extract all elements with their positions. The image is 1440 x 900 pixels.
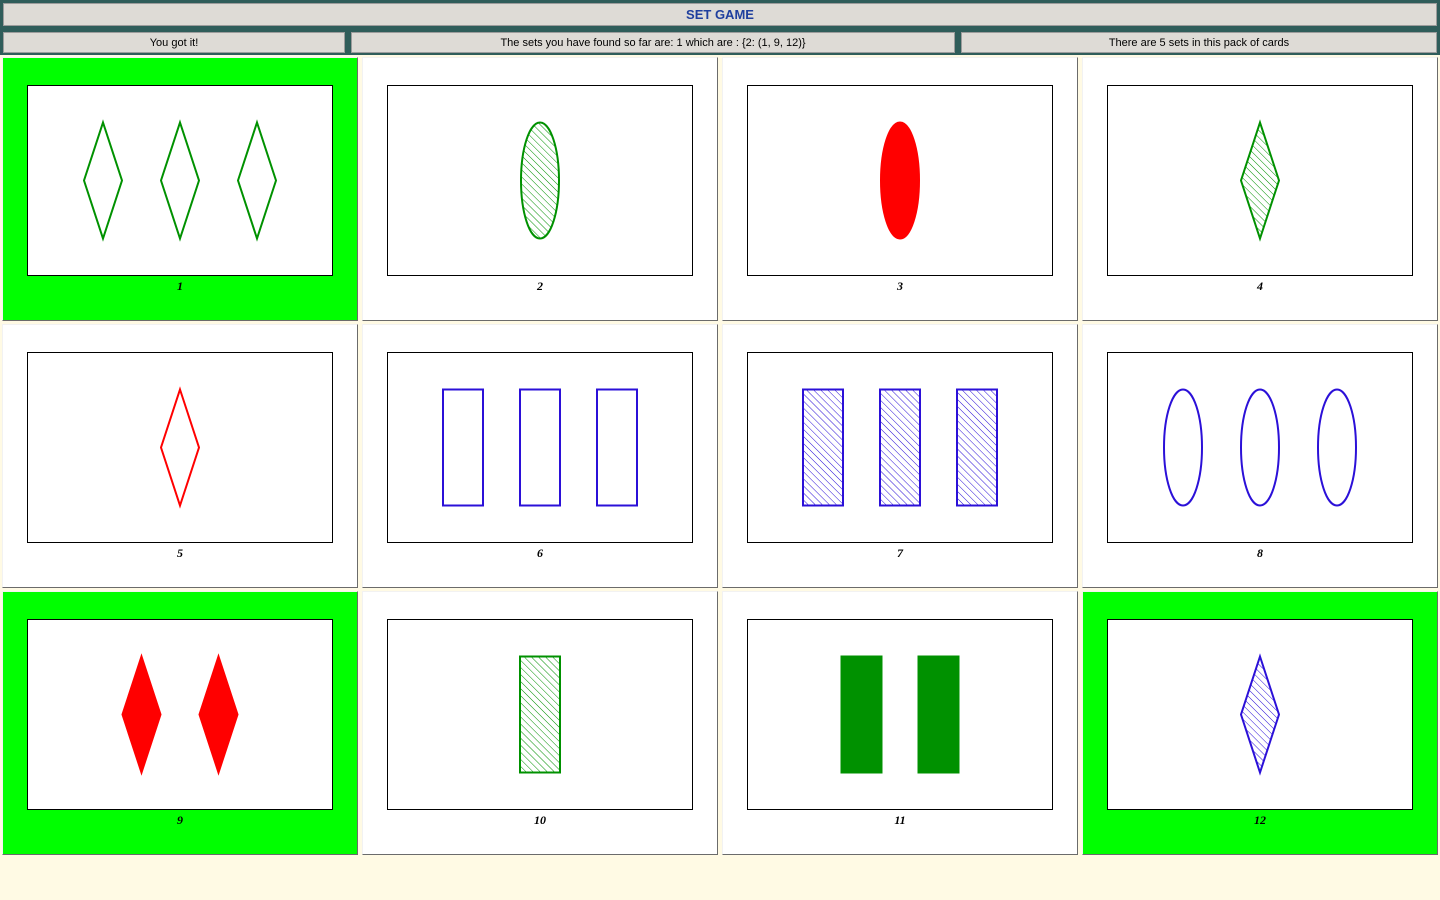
card-1[interactable]: 1	[2, 57, 358, 321]
card-number: 2	[537, 279, 543, 293]
oval-symbols	[520, 121, 560, 240]
rectangle-symbol	[442, 388, 484, 507]
card-6[interactable]: 6	[362, 324, 718, 588]
oval-symbol	[1163, 388, 1203, 507]
card-11[interactable]: 11	[722, 591, 1078, 855]
rectangle-symbol	[802, 388, 844, 507]
card-3[interactable]: 3	[722, 57, 1078, 321]
card-face	[747, 352, 1053, 543]
diamond-symbol	[159, 119, 201, 242]
card-face	[747, 85, 1053, 276]
card-face	[27, 619, 333, 810]
card-4[interactable]: 4	[1082, 57, 1438, 321]
diamond-symbols	[121, 653, 239, 776]
card-7[interactable]: 7	[722, 324, 1078, 588]
oval-symbols	[880, 121, 920, 240]
oval-symbol	[1240, 388, 1280, 507]
card-number: 8	[1257, 546, 1263, 560]
oval-symbol	[520, 121, 560, 240]
card-face	[1107, 85, 1413, 276]
card-grid: 1 2 3 4 5 6 7 8 9 10 11 12	[0, 56, 1440, 856]
rectangle-symbol	[519, 655, 561, 774]
rectangle-symbol	[917, 655, 960, 774]
card-number: 6	[537, 546, 543, 560]
total-sets-info: There are 5 sets in this pack of cards	[961, 32, 1437, 53]
card-2[interactable]: 2	[362, 57, 718, 321]
card-number: 3	[897, 279, 903, 293]
diamond-symbols	[82, 119, 278, 242]
status-message: You got it!	[3, 32, 345, 53]
card-number: 1	[177, 279, 183, 293]
oval-symbols	[1163, 388, 1357, 507]
diamond-symbol	[1239, 653, 1281, 776]
oval-symbol	[880, 121, 920, 240]
card-5[interactable]: 5	[2, 324, 358, 588]
rectangle-symbols	[442, 388, 638, 507]
rectangle-symbol	[879, 388, 921, 507]
rectangle-symbol	[840, 655, 883, 774]
page-title: SET GAME	[3, 3, 1437, 26]
rectangle-symbols	[519, 655, 561, 774]
diamond-symbol	[82, 119, 124, 242]
card-face	[27, 352, 333, 543]
card-face	[747, 619, 1053, 810]
diamond-symbol	[236, 119, 278, 242]
diamond-symbol	[121, 653, 162, 776]
card-9[interactable]: 9	[2, 591, 358, 855]
rectangle-symbol	[956, 388, 998, 507]
card-number: 12	[1254, 813, 1266, 827]
rectangle-symbols	[840, 655, 960, 774]
diamond-symbol	[1239, 119, 1281, 242]
card-face	[387, 85, 693, 276]
diamond-symbols	[159, 386, 201, 509]
card-face	[387, 352, 693, 543]
card-12[interactable]: 12	[1082, 591, 1438, 855]
diamond-symbols	[1239, 119, 1281, 242]
card-face	[387, 619, 693, 810]
title-bar: SET GAME	[0, 0, 1440, 30]
rectangle-symbol	[596, 388, 638, 507]
card-number: 4	[1257, 279, 1263, 293]
card-number: 11	[894, 813, 906, 827]
found-sets-info: The sets you have found so far are: 1 wh…	[351, 32, 955, 53]
status-bar: You got it! The sets you have found so f…	[0, 30, 1440, 55]
card-number: 7	[897, 546, 903, 560]
rectangle-symbol	[519, 388, 561, 507]
card-number: 10	[534, 813, 546, 827]
card-face	[27, 85, 333, 276]
diamond-symbols	[1239, 653, 1281, 776]
card-number: 9	[177, 813, 183, 827]
card-face	[1107, 619, 1413, 810]
rectangle-symbols	[802, 388, 998, 507]
card-number: 5	[177, 546, 183, 560]
diamond-symbol	[159, 386, 201, 509]
card-8[interactable]: 8	[1082, 324, 1438, 588]
oval-symbol	[1317, 388, 1357, 507]
diamond-symbol	[198, 653, 239, 776]
card-10[interactable]: 10	[362, 591, 718, 855]
card-face	[1107, 352, 1413, 543]
